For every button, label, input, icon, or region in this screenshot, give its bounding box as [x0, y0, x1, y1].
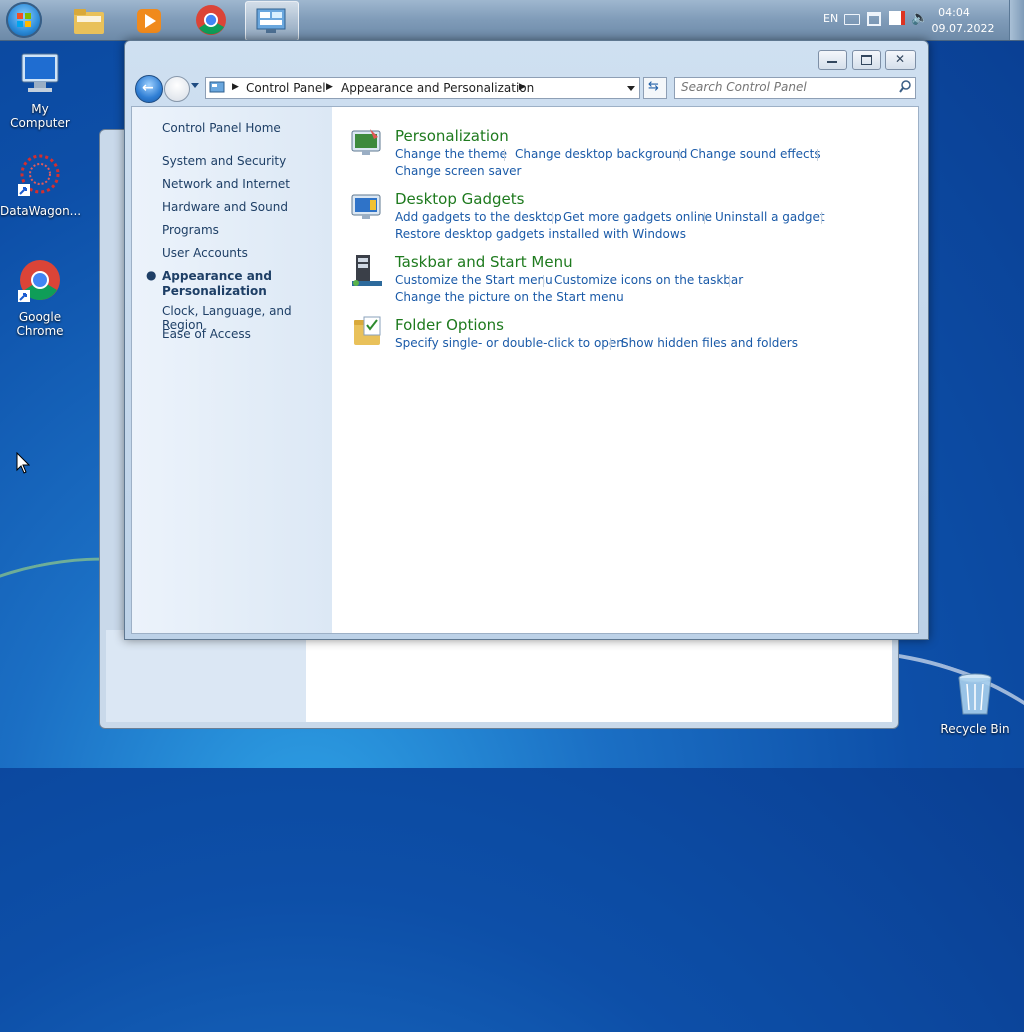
recent-pages-dropdown-icon[interactable] [191, 83, 199, 88]
link-get-more-gadgets[interactable]: Get more gadgets online [563, 210, 712, 224]
chrome-icon [196, 5, 226, 35]
clock-date[interactable]: 09.07.2022 [928, 22, 998, 35]
folder-options-icon [354, 316, 381, 345]
link-separator [679, 149, 680, 161]
desktop-icon-my-computer[interactable]: My Computer [0, 50, 80, 130]
link-restore-gadgets[interactable]: Restore desktop gadgets installed with W… [395, 227, 686, 241]
link-separator [543, 275, 544, 287]
computer-icon [16, 50, 64, 98]
desktop-icon-google-chrome[interactable]: Google Chrome [0, 258, 80, 338]
link-separator [610, 338, 611, 350]
search-icon[interactable] [899, 80, 911, 93]
category-title-folder-options[interactable]: Folder Options [395, 316, 504, 334]
content-area: Control Panel Home System and Security N… [131, 106, 919, 634]
forward-button[interactable] [164, 76, 190, 102]
desktop-icon-datawagon[interactable]: DataWagon... [0, 152, 82, 218]
system-tray: EN 🔈 04:04 09.07.2022 [799, 0, 1024, 40]
folder-icon [74, 9, 104, 34]
desktop-icon-label: Recycle Bin [940, 722, 1010, 736]
link-change-theme[interactable]: Change the theme [395, 147, 507, 161]
link-uninstall-gadget[interactable]: Uninstall a gadget [715, 210, 825, 224]
breadcrumb-separator[interactable]: ▶ [232, 82, 239, 92]
sidebar-item-appearance-current-line1: Appearance and [162, 269, 272, 283]
address-dropdown-icon[interactable] [627, 86, 635, 91]
desktop-gadgets-icon [351, 194, 381, 219]
windows-logo-icon [17, 13, 31, 27]
breadcrumb-control-panel[interactable]: Control Panel [246, 81, 326, 95]
mouse-cursor-icon [16, 452, 30, 474]
refresh-icon: ⇆ [648, 79, 659, 94]
sidebar-item-user-accounts[interactable]: User Accounts [162, 246, 248, 260]
link-separator [817, 149, 818, 161]
control-panel-icon [256, 8, 286, 33]
category-title-taskbar-start-menu[interactable]: Taskbar and Start Menu [395, 253, 573, 271]
recycle-bin-icon [951, 670, 999, 718]
refresh-button[interactable]: ⇆ [643, 77, 667, 99]
link-change-screen-saver[interactable]: Change screen saver [395, 164, 522, 178]
link-separator [504, 149, 505, 161]
media-player-icon [137, 9, 161, 33]
arrow-left-icon: ← [142, 80, 154, 96]
category-title-personalization[interactable]: Personalization [395, 127, 509, 145]
show-desktop-button[interactable] [1009, 0, 1024, 40]
search-box[interactable] [674, 77, 916, 99]
start-button[interactable] [6, 2, 42, 38]
link-separator [821, 212, 822, 224]
main-panel: Personalization Change the theme Change … [332, 107, 918, 633]
link-change-start-picture[interactable]: Change the picture on the Start menu [395, 290, 624, 304]
taskbar-control-panel-button[interactable] [245, 1, 299, 41]
current-item-bullet: ● [146, 268, 157, 282]
sidebar-item-system-security[interactable]: System and Security [162, 154, 286, 168]
minimize-button[interactable] [818, 50, 847, 70]
sidebar-item-appearance-current-line2: Personalization [162, 284, 267, 298]
close-button[interactable]: ✕ [885, 50, 916, 70]
taskbar-start-menu-icon [352, 255, 382, 286]
link-change-desktop-background[interactable]: Change desktop background [515, 147, 687, 161]
chrome-icon [16, 258, 64, 306]
control-panel-icon [209, 81, 225, 93]
maximize-button[interactable] [852, 50, 881, 70]
clock-time[interactable]: 04:04 [924, 6, 984, 19]
sidebar-item-network-internet[interactable]: Network and Internet [162, 177, 290, 191]
keyboard-icon[interactable] [844, 14, 860, 25]
link-separator [552, 212, 553, 224]
taskbar-explorer-button[interactable] [60, 1, 118, 39]
background-window-sidebar [106, 630, 306, 722]
breadcrumb-separator[interactable]: ▶ [326, 82, 333, 92]
link-change-sound-effects[interactable]: Change sound effects [690, 147, 821, 161]
sidebar-item-ease-of-access[interactable]: Ease of Access [162, 327, 251, 341]
taskbar: EN 🔈 04:04 09.07.2022 [0, 0, 1024, 41]
link-customize-start-menu[interactable]: Customize the Start menu [395, 273, 553, 287]
link-separator [729, 275, 730, 287]
language-indicator[interactable]: EN [823, 12, 838, 25]
category-title-desktop-gadgets[interactable]: Desktop Gadgets [395, 190, 524, 208]
desktop-icon-label: My Computer [10, 102, 70, 130]
sidebar-item-programs[interactable]: Programs [162, 223, 219, 237]
datawagon-icon [16, 152, 64, 200]
link-single-double-click[interactable]: Specify single- or double-click to open [395, 336, 624, 350]
breadcrumb-appearance[interactable]: Appearance and Personalization [341, 81, 534, 95]
address-bar[interactable]: ▶ Control Panel ▶ Appearance and Persona… [205, 77, 640, 99]
personalization-icon [351, 129, 381, 155]
navigation-bar: ← ▶ Control Panel ▶ Appearance and Perso… [133, 75, 918, 103]
action-center-flag-icon[interactable] [889, 11, 905, 25]
network-icon[interactable] [867, 12, 881, 26]
sidebar: Control Panel Home System and Security N… [132, 107, 332, 633]
sidebar-item-hardware-sound[interactable]: Hardware and Sound [162, 200, 288, 214]
breadcrumb-separator[interactable]: ▶ [519, 82, 526, 92]
back-button[interactable]: ← [135, 75, 163, 103]
link-customize-taskbar-icons[interactable]: Customize icons on the taskbar [554, 273, 743, 287]
control-panel-window[interactable]: ✕ ← ▶ Control Panel ▶ Appearance and Per… [124, 40, 929, 640]
desktop-icon-label: Google Chrome [16, 310, 64, 338]
search-input[interactable] [675, 78, 887, 96]
taskbar-media-player-button[interactable] [120, 1, 178, 39]
link-separator [704, 212, 705, 224]
link-add-gadgets[interactable]: Add gadgets to the desktop [395, 210, 562, 224]
background-window-content [306, 630, 892, 722]
desktop-icon-label: DataWagon... [0, 204, 82, 218]
taskbar-chrome-button[interactable] [182, 1, 240, 39]
desktop-icon-recycle-bin[interactable]: Recycle Bin [935, 670, 1015, 736]
sidebar-item-home[interactable]: Control Panel Home [162, 121, 281, 135]
link-show-hidden-files[interactable]: Show hidden files and folders [621, 336, 798, 350]
